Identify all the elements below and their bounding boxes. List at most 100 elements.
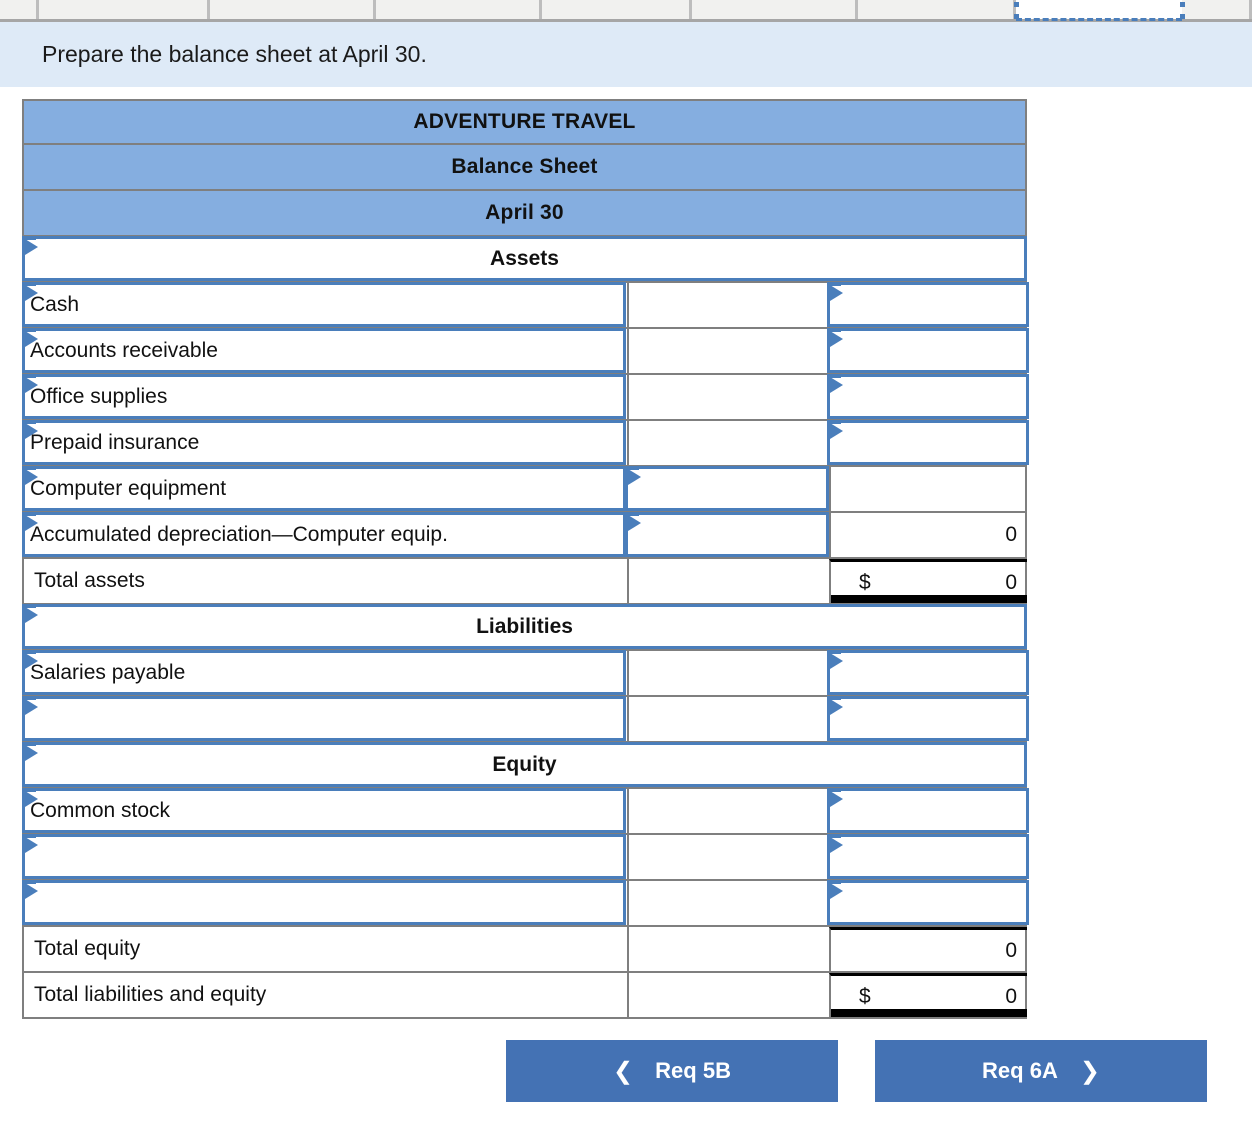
account-label: Office supplies xyxy=(30,384,168,408)
account-label: Computer equipment xyxy=(30,476,227,500)
dropdown-triangle-icon xyxy=(25,837,38,853)
table-row-accounts-receivable: Accounts receivable xyxy=(22,328,1029,375)
dropdown-triangle-icon xyxy=(628,515,641,531)
balance-sheet-table: ADVENTURE TRAVEL Balance Sheet April 30 … xyxy=(22,99,1029,1019)
account-select-common-stock[interactable]: Common stock xyxy=(22,788,626,833)
cell-mid xyxy=(627,329,829,373)
amount-value: 0 xyxy=(1005,523,1017,546)
dropdown-triangle-icon xyxy=(830,883,843,899)
total-equity-label-cell: Total equity xyxy=(24,927,627,971)
spreadsheet-cell[interactable] xyxy=(210,0,376,19)
amount-input-accounts-receivable-right[interactable] xyxy=(827,328,1029,373)
chevron-left-icon: ❮ xyxy=(613,1057,634,1085)
account-select-salaries-payable[interactable]: Salaries payable xyxy=(22,650,626,695)
section-select-assets[interactable]: Assets xyxy=(22,236,1027,281)
spreadsheet-cell[interactable] xyxy=(542,0,692,19)
dropdown-triangle-icon xyxy=(25,377,38,393)
dropdown-triangle-notch-icon xyxy=(25,791,36,792)
dropdown-triangle-notch-icon xyxy=(830,377,841,378)
dropdown-triangle-notch-icon xyxy=(25,239,36,240)
selection-handle[interactable] xyxy=(1180,14,1185,19)
section-label-assets: Assets xyxy=(490,246,559,270)
table-row-liability-blank xyxy=(22,696,1029,743)
dropdown-triangle-notch-icon xyxy=(830,883,841,884)
account-select-accumulated-depreciation[interactable]: Accumulated depreciation—Computer equip. xyxy=(22,512,626,557)
prev-requirement-button[interactable]: ❮ Req 5B xyxy=(506,1040,838,1102)
instruction-text: Prepare the balance sheet at April 30. xyxy=(42,41,427,67)
dropdown-triangle-notch-icon xyxy=(830,699,841,700)
spreadsheet-cell[interactable] xyxy=(692,0,858,19)
amount-input-office-supplies-right[interactable] xyxy=(827,374,1029,419)
table-row-salaries-payable: Salaries payable xyxy=(22,650,1029,697)
cell-mid xyxy=(627,789,829,833)
amount-input-cash-right[interactable] xyxy=(827,282,1029,327)
account-label: Common stock xyxy=(30,798,171,822)
sheet-header-company: ADVENTURE TRAVEL xyxy=(22,99,1027,145)
cell-mid xyxy=(627,697,829,741)
amount-input-computer-equipment-mid[interactable] xyxy=(625,466,829,511)
selection-handle[interactable] xyxy=(1014,2,1019,7)
next-requirement-button[interactable]: Req 6A ❯ xyxy=(875,1040,1207,1102)
section-select-equity[interactable]: Equity xyxy=(22,742,1027,787)
total-assets-amount-cell: $ 0 xyxy=(829,559,1027,603)
dropdown-triangle-notch-icon xyxy=(25,285,36,286)
spreadsheet-cell[interactable] xyxy=(376,0,542,19)
chevron-right-icon: ❯ xyxy=(1079,1057,1100,1085)
dropdown-triangle-notch-icon xyxy=(25,515,36,516)
dropdown-triangle-icon xyxy=(830,837,843,853)
sheet-header-statement: Balance Sheet xyxy=(22,145,1027,191)
table-row-computer-equipment: Computer equipment xyxy=(22,466,1027,513)
dropdown-triangle-icon xyxy=(25,239,38,255)
table-row-accumulated-depreciation: 0 Accumulated depreciation—Computer equi… xyxy=(22,512,1027,559)
amount-input-accumulated-depreciation-mid[interactable] xyxy=(625,512,829,557)
account-select-prepaid-insurance[interactable]: Prepaid insurance xyxy=(22,420,626,465)
total-value: 0 xyxy=(1005,938,1017,962)
cell-right-accumulated-depreciation: 0 xyxy=(829,513,1027,557)
cell-mid xyxy=(627,421,829,465)
next-requirement-label: Req 6A xyxy=(982,1058,1058,1083)
selection-dashed-border xyxy=(1016,18,1182,21)
dropdown-triangle-icon xyxy=(830,791,843,807)
account-select-equity-blank-2[interactable] xyxy=(22,880,626,925)
amount-input-prepaid-insurance-right[interactable] xyxy=(827,420,1029,465)
selection-handle[interactable] xyxy=(1180,2,1185,7)
account-select-office-supplies[interactable]: Office supplies xyxy=(22,374,626,419)
spreadsheet-cell[interactable] xyxy=(36,0,210,19)
amount-input-liability-blank-right[interactable] xyxy=(827,696,1029,741)
dropdown-triangle-icon xyxy=(830,285,843,301)
dropdown-triangle-notch-icon xyxy=(25,745,36,746)
requirement-navigation: ❮ Req 5B Req 6A ❯ xyxy=(0,1040,1252,1104)
amount-input-equity-blank-1-right[interactable] xyxy=(827,834,1029,879)
selected-spreadsheet-cell[interactable] xyxy=(1016,0,1182,19)
selection-handle[interactable] xyxy=(1014,14,1019,19)
dropdown-triangle-icon xyxy=(830,377,843,393)
amount-input-salaries-payable-right[interactable] xyxy=(827,650,1029,695)
section-label-equity: Equity xyxy=(492,752,557,776)
dropdown-triangle-icon xyxy=(25,653,38,669)
account-select-cash[interactable]: Cash xyxy=(22,282,626,327)
account-label: Accumulated depreciation—Computer equip. xyxy=(30,522,448,546)
cell-mid xyxy=(627,881,829,925)
dropdown-triangle-icon xyxy=(25,699,38,715)
section-select-liabilities[interactable]: Liabilities xyxy=(22,604,1027,649)
dropdown-triangle-notch-icon xyxy=(25,423,36,424)
account-label: Salaries payable xyxy=(30,660,186,684)
amount-input-common-stock-right[interactable] xyxy=(827,788,1029,833)
spreadsheet-cell[interactable] xyxy=(858,0,1016,19)
dropdown-triangle-icon xyxy=(830,699,843,715)
account-select-liability-blank[interactable] xyxy=(22,696,626,741)
total-equity-amount-cell: 0 xyxy=(829,927,1027,971)
dropdown-triangle-notch-icon xyxy=(25,377,36,378)
dropdown-triangle-notch-icon xyxy=(25,331,36,332)
dropdown-triangle-icon xyxy=(25,883,38,899)
spreadsheet-cell[interactable] xyxy=(1182,0,1252,19)
table-row-equity-blank-1 xyxy=(22,834,1029,881)
account-select-computer-equipment[interactable]: Computer equipment xyxy=(22,466,626,511)
statement-date: April 30 xyxy=(485,201,564,224)
account-select-equity-blank-1[interactable] xyxy=(22,834,626,879)
cell-mid xyxy=(627,283,829,327)
dropdown-triangle-icon xyxy=(25,515,38,531)
account-select-accounts-receivable[interactable]: Accounts receivable xyxy=(22,328,626,373)
amount-input-equity-blank-2-right[interactable] xyxy=(827,880,1029,925)
dropdown-triangle-notch-icon xyxy=(830,791,841,792)
